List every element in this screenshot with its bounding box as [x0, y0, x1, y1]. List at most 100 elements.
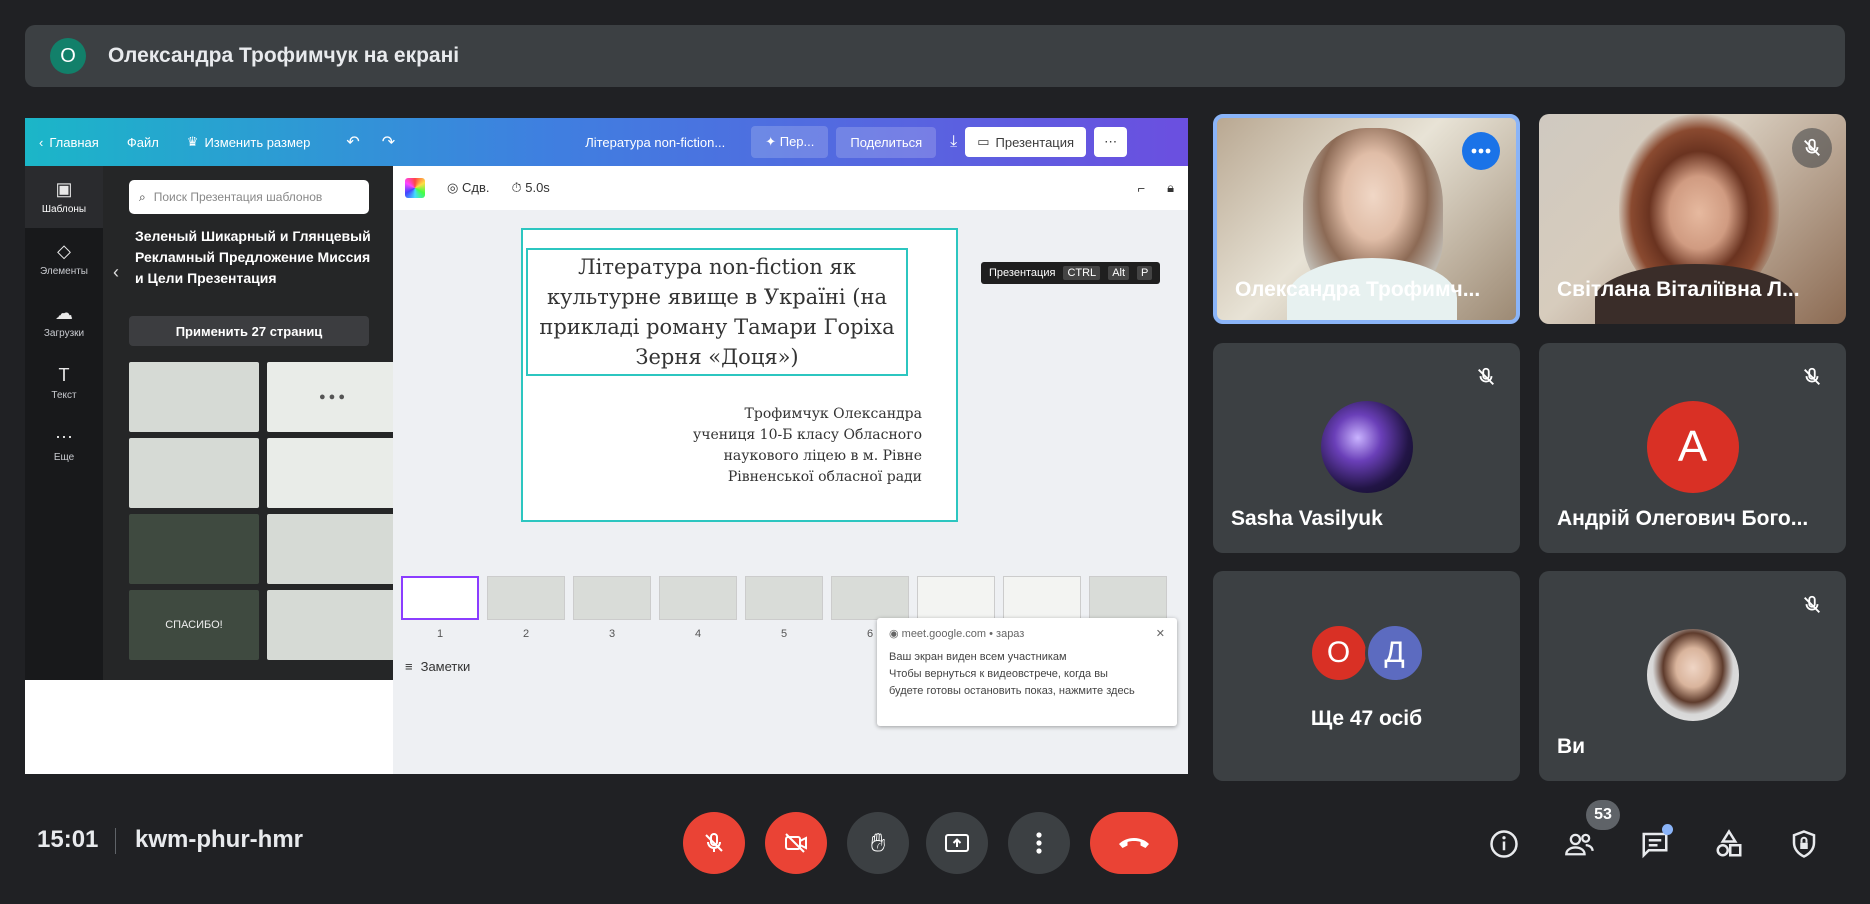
template-search-input[interactable]: ⌕ Поиск Презентация шаблонов — [129, 180, 369, 214]
notification-time: зараз — [996, 628, 1025, 640]
avatar-group: О Д — [1308, 623, 1425, 683]
rail-more[interactable]: ⋯ Еще — [25, 414, 103, 476]
page-thumbnail[interactable] — [401, 576, 479, 620]
slide-author[interactable]: Трофимчук Олександра учениця 10-Б класу … — [693, 404, 922, 488]
mic-toggle-button[interactable] — [683, 812, 745, 874]
page-thumbnail[interactable] — [573, 576, 651, 620]
avatar — [1646, 629, 1739, 721]
resize-button[interactable]: ♛ Изменить размер — [187, 134, 311, 150]
rail-text[interactable]: T Текст — [25, 352, 103, 414]
participant-name: Андрій Олегович Бого... — [1557, 507, 1809, 530]
participant-name: Олександра Трофимч... — [1235, 278, 1481, 301]
author-line: учениця 10-Б класу Обласного — [692, 427, 922, 443]
slide-title[interactable]: Література non-fiction як культурне явищ… — [526, 248, 908, 376]
page-thumbnail[interactable] — [1003, 576, 1081, 620]
file-menu[interactable]: Файл — [127, 135, 159, 150]
template-thumbnail[interactable] — [129, 514, 259, 584]
notification-dot: • — [989, 628, 997, 640]
participant-tile[interactable]: Sasha Vasilyuk — [1213, 343, 1520, 553]
share-button[interactable]: Поделиться — [836, 126, 937, 158]
raise-hand-button[interactable]: ✋︎ — [847, 812, 909, 874]
download-icon[interactable]: ⤓ — [950, 133, 957, 151]
present-now-button[interactable] — [926, 812, 988, 874]
animation-button[interactable]: ◎ Сдв. — [447, 180, 489, 196]
page-thumbnail[interactable] — [659, 576, 737, 620]
timer-label: 5.0s — [525, 180, 550, 195]
rail-uploads[interactable]: ☁ Загрузки — [25, 290, 103, 352]
rail-elements[interactable]: ◇ Элементы — [25, 228, 103, 290]
page-thumbnail[interactable] — [917, 576, 995, 620]
tooltip-key: CTRL — [1063, 266, 1101, 280]
more-vert-icon — [1036, 832, 1042, 854]
template-thumbnail[interactable] — [129, 362, 259, 432]
unread-dot — [1662, 824, 1673, 835]
home-link[interactable]: ‹ Главная — [39, 135, 99, 150]
page-number: 3 — [608, 628, 616, 640]
timer-button[interactable]: ⏱ 5.0s — [511, 180, 549, 196]
control-bar: 15:01 kwm-phur-hmr ✋︎ 53 — [0, 796, 1870, 886]
undo-icon[interactable]: ↶ — [346, 132, 359, 152]
meet-window: О Олександра Трофимчук на екрані ‹ Главн… — [0, 0, 1870, 904]
more-icon: ⋯ — [55, 427, 73, 447]
template-thumbnail[interactable] — [267, 438, 397, 508]
paint-format-icon[interactable]: ⌐ — [1137, 181, 1145, 196]
back-chevron-icon[interactable]: ‹ — [113, 262, 119, 283]
more-options-button[interactable] — [1008, 812, 1070, 874]
rail-label: Еще — [53, 452, 75, 463]
participant-tile[interactable]: Олександра Трофимч... — [1213, 114, 1520, 324]
mic-off-icon — [1792, 357, 1832, 397]
rail-templates[interactable]: ▣ Шаблоны — [25, 166, 103, 228]
uploads-icon: ☁ — [55, 303, 73, 323]
participant-name: Sasha Vasilyuk — [1231, 507, 1383, 530]
more-options-icon[interactable]: ⋯ — [1094, 127, 1128, 157]
resize-label: Изменить размер — [204, 134, 311, 150]
people-icon — [1565, 833, 1594, 856]
more-options-icon[interactable] — [1462, 132, 1500, 170]
activities-button[interactable] — [1707, 822, 1751, 866]
animate-icon: ◎ — [447, 180, 462, 195]
participant-name: Ви — [1557, 735, 1586, 758]
page-thumbnail[interactable] — [831, 576, 909, 620]
participant-tile[interactable]: Світлана Віталіївна Л... — [1539, 114, 1846, 324]
upgrade-button[interactable]: ✦ Пер... — [751, 126, 829, 158]
search-icon: ⌕ — [139, 189, 146, 204]
notes-icon: ≡ — [405, 658, 413, 674]
template-thumbnail[interactable] — [267, 590, 397, 660]
close-icon[interactable]: ✕ — [1156, 626, 1165, 643]
lock-icon[interactable]: 🔒︎ — [1167, 180, 1174, 196]
canva-topbar: ‹ Главная Файл ♛ Изменить размер ↶ ↷ Літ… — [25, 118, 1188, 166]
camera-toggle-button[interactable] — [765, 812, 827, 874]
home-label: Главная — [49, 134, 99, 150]
presenter-title: Олександра Трофимчук на екрані — [108, 44, 460, 67]
color-swatch-icon[interactable] — [405, 178, 425, 198]
page-thumbnail[interactable] — [1089, 576, 1167, 620]
screen-share-notification[interactable]: ◉ meet.google.com • зараз ✕ Ваш экран ви… — [877, 618, 1177, 726]
meeting-details-button[interactable] — [1482, 822, 1526, 866]
leave-call-button[interactable] — [1090, 812, 1178, 874]
host-controls-button[interactable] — [1782, 822, 1826, 866]
page-thumbnail[interactable] — [745, 576, 823, 620]
templates-icon: ▣ — [55, 179, 73, 199]
author-line: Рівненської обласної ради — [727, 469, 922, 485]
mic-off-icon — [1792, 128, 1832, 168]
divider — [115, 828, 116, 854]
doc-title[interactable]: Література non-fiction... — [585, 135, 725, 150]
present-screen-icon — [945, 834, 969, 852]
template-thumbnail[interactable] — [129, 438, 259, 508]
others-tile[interactable]: О Д Ще 47 осіб — [1213, 571, 1520, 781]
page-thumbnail[interactable] — [487, 576, 565, 620]
self-tile[interactable]: Ви — [1539, 571, 1846, 781]
mic-off-icon — [1792, 585, 1832, 625]
chat-button[interactable] — [1633, 822, 1677, 866]
redo-icon[interactable]: ↷ — [382, 132, 395, 152]
template-thumbnail[interactable]: СПАСИБО! — [129, 590, 259, 660]
slide-canvas[interactable]: Література non-fiction як культурне явищ… — [521, 228, 958, 522]
present-button[interactable]: ▭ Презентация — [965, 127, 1087, 157]
apply-pages-button[interactable]: Применить 27 страниц — [129, 316, 369, 346]
chrome-icon: ◉ — [889, 628, 902, 640]
participant-tile[interactable]: А Андрій Олегович Бого... — [1539, 343, 1846, 553]
template-thumbnail[interactable]: ● ● ● — [267, 362, 397, 432]
people-button[interactable]: 53 — [1558, 800, 1620, 866]
mic-off-icon — [1466, 357, 1506, 397]
template-thumbnail[interactable] — [267, 514, 397, 584]
